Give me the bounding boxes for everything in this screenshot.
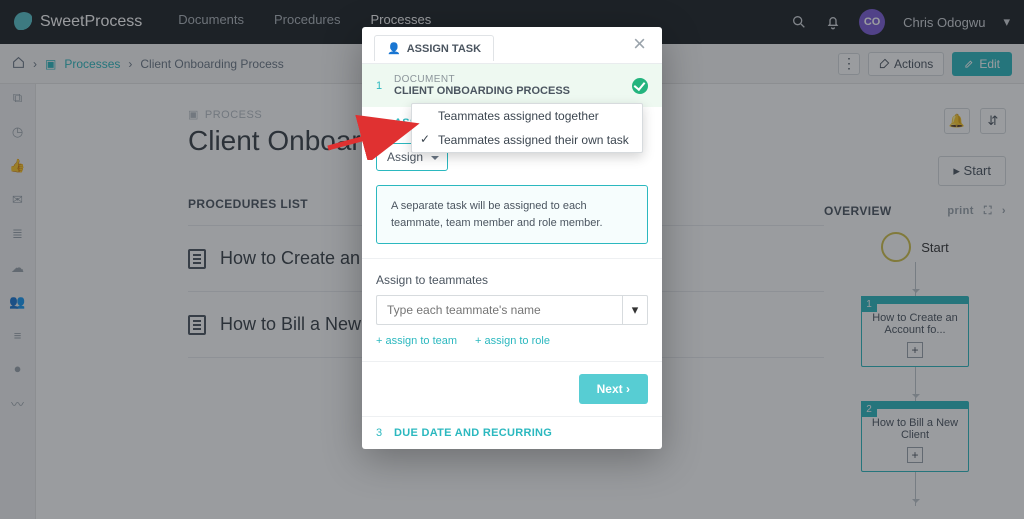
teammate-combobox[interactable]: ▾ — [376, 295, 648, 325]
step-document[interactable]: 1 DOCUMENT CLIENT ONBOARDING PROCESS — [362, 64, 662, 107]
person-icon: 👤 — [387, 42, 401, 55]
option-own-task[interactable]: Teammates assigned their own task — [412, 128, 642, 152]
assign-to-role-link[interactable]: + assign to role — [475, 335, 550, 347]
step-label: DUE DATE AND RECURRING — [394, 427, 552, 439]
assign-mode-options: Teammates assigned together Teammates as… — [411, 103, 643, 153]
close-button[interactable]: × — [629, 33, 650, 63]
check-icon — [632, 78, 648, 94]
step-label: DOCUMENT — [394, 74, 570, 85]
option-together[interactable]: Teammates assigned together — [412, 104, 642, 128]
tab-assign-task[interactable]: 👤 ASSIGN TASK — [374, 35, 494, 61]
assign-teammates-label: Assign to teammates — [376, 273, 648, 287]
step-due-date[interactable]: 3 DUE DATE AND RECURRING — [362, 416, 662, 449]
step-value: CLIENT ONBOARDING PROCESS — [394, 85, 570, 97]
teammate-dropdown-toggle[interactable]: ▾ — [622, 295, 648, 325]
modal-tab-header: 👤 ASSIGN TASK × — [362, 27, 662, 64]
teammates-body: Assign to teammates ▾ + assign to team +… — [362, 259, 662, 362]
next-button[interactable]: Next › — [579, 374, 648, 404]
assign-task-modal: 👤 ASSIGN TASK × 1 DOCUMENT CLIENT ONBOAR… — [362, 27, 662, 449]
modal-footer: Next › — [362, 362, 662, 416]
assignees-body: Assign A separate task will be assigned … — [362, 139, 662, 259]
assign-note: A separate task will be assigned to each… — [376, 185, 648, 244]
assign-to-team-link[interactable]: + assign to team — [376, 335, 457, 347]
teammate-input[interactable] — [376, 295, 622, 325]
